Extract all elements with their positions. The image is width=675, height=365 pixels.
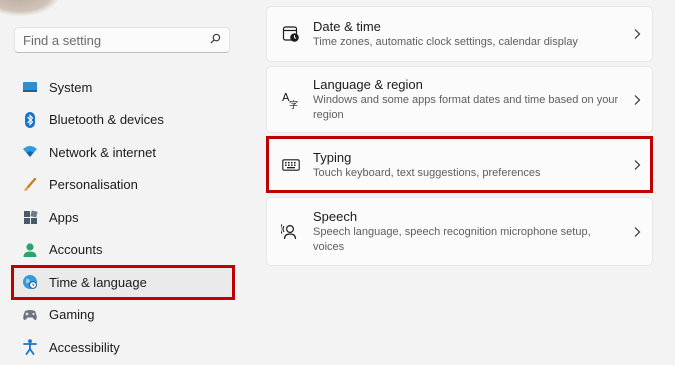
search-box[interactable] [14,27,230,53]
monitor-icon [22,79,38,95]
sidebar-item-time-language[interactable]: Time & language [11,265,235,300]
sidebar-item-label: Personalisation [49,177,138,193]
card-title: Typing [313,149,352,165]
sidebar-item-label: Apps [49,209,79,225]
card-title: Language & region [313,77,423,92]
sidebar-item-label: Gaming [49,307,95,323]
chevron-right-icon [622,28,652,40]
search-icon[interactable] [210,31,221,49]
card-description: Time zones, automatic clock settings, ca… [313,36,578,48]
card-date-time[interactable]: Date & time Time zones, automatic clock … [266,6,653,62]
sidebar-item-personalisation[interactable]: Personalisation [12,169,234,202]
card-description: Touch keyboard, text suggestions, prefer… [313,166,541,179]
speech-icon [280,223,302,241]
calendar-clock-icon [280,25,302,43]
card-title: Speech [313,209,358,224]
gamepad-icon [22,307,38,323]
globe-clock-icon [22,274,38,290]
chevron-right-icon [622,226,652,238]
avatar[interactable] [0,0,60,16]
sidebar-item-apps[interactable]: Apps [12,201,234,234]
card-description: Windows and some apps format dates and t… [313,94,619,121]
wifi-icon [22,144,38,160]
chevron-right-icon [622,159,652,171]
sidebar-item-accessibility[interactable]: Accessibility [12,331,234,364]
sidebar-item-label: Network & internet [49,144,156,160]
sidebar-item-bluetooth-devices[interactable]: Bluetooth & devices [12,104,234,137]
card-typing[interactable]: Typing Touch keyboard, text suggestions,… [266,136,653,193]
sidebar-item-label: System [49,79,93,95]
sidebar-item-label: Accounts [49,242,103,258]
language-icon: A字 [280,91,302,109]
bluetooth-icon [22,111,38,128]
chevron-right-icon [622,94,652,106]
card-speech[interactable]: Speech Speech language, speech recogniti… [266,197,653,266]
sidebar-item-system[interactable]: System [12,71,234,104]
card-title: Date & time [313,19,381,34]
keyboard-icon [280,158,302,171]
brush-icon [22,177,38,193]
sidebar-item-label: Bluetooth & devices [49,112,164,128]
card-description: Speech language, speech recognition micr… [313,226,591,253]
search-input[interactable] [23,32,210,48]
sidebar-item-label: Time & language [49,274,147,290]
svg-text:字: 字 [289,99,298,109]
sidebar-item-accounts[interactable]: Accounts [12,234,234,267]
sidebar-item-network-internet[interactable]: Network & internet [12,136,234,169]
sidebar-item-gaming[interactable]: Gaming [12,299,234,332]
sidebar-item-label: Accessibility [49,339,120,355]
sidebar-nav: System Bluetooth & devices Network & int… [11,71,235,364]
card-language-region[interactable]: A字 Language & region Windows and some ap… [266,66,653,133]
person-icon [22,242,38,258]
apps-icon [22,209,38,225]
accessibility-icon [22,339,38,356]
